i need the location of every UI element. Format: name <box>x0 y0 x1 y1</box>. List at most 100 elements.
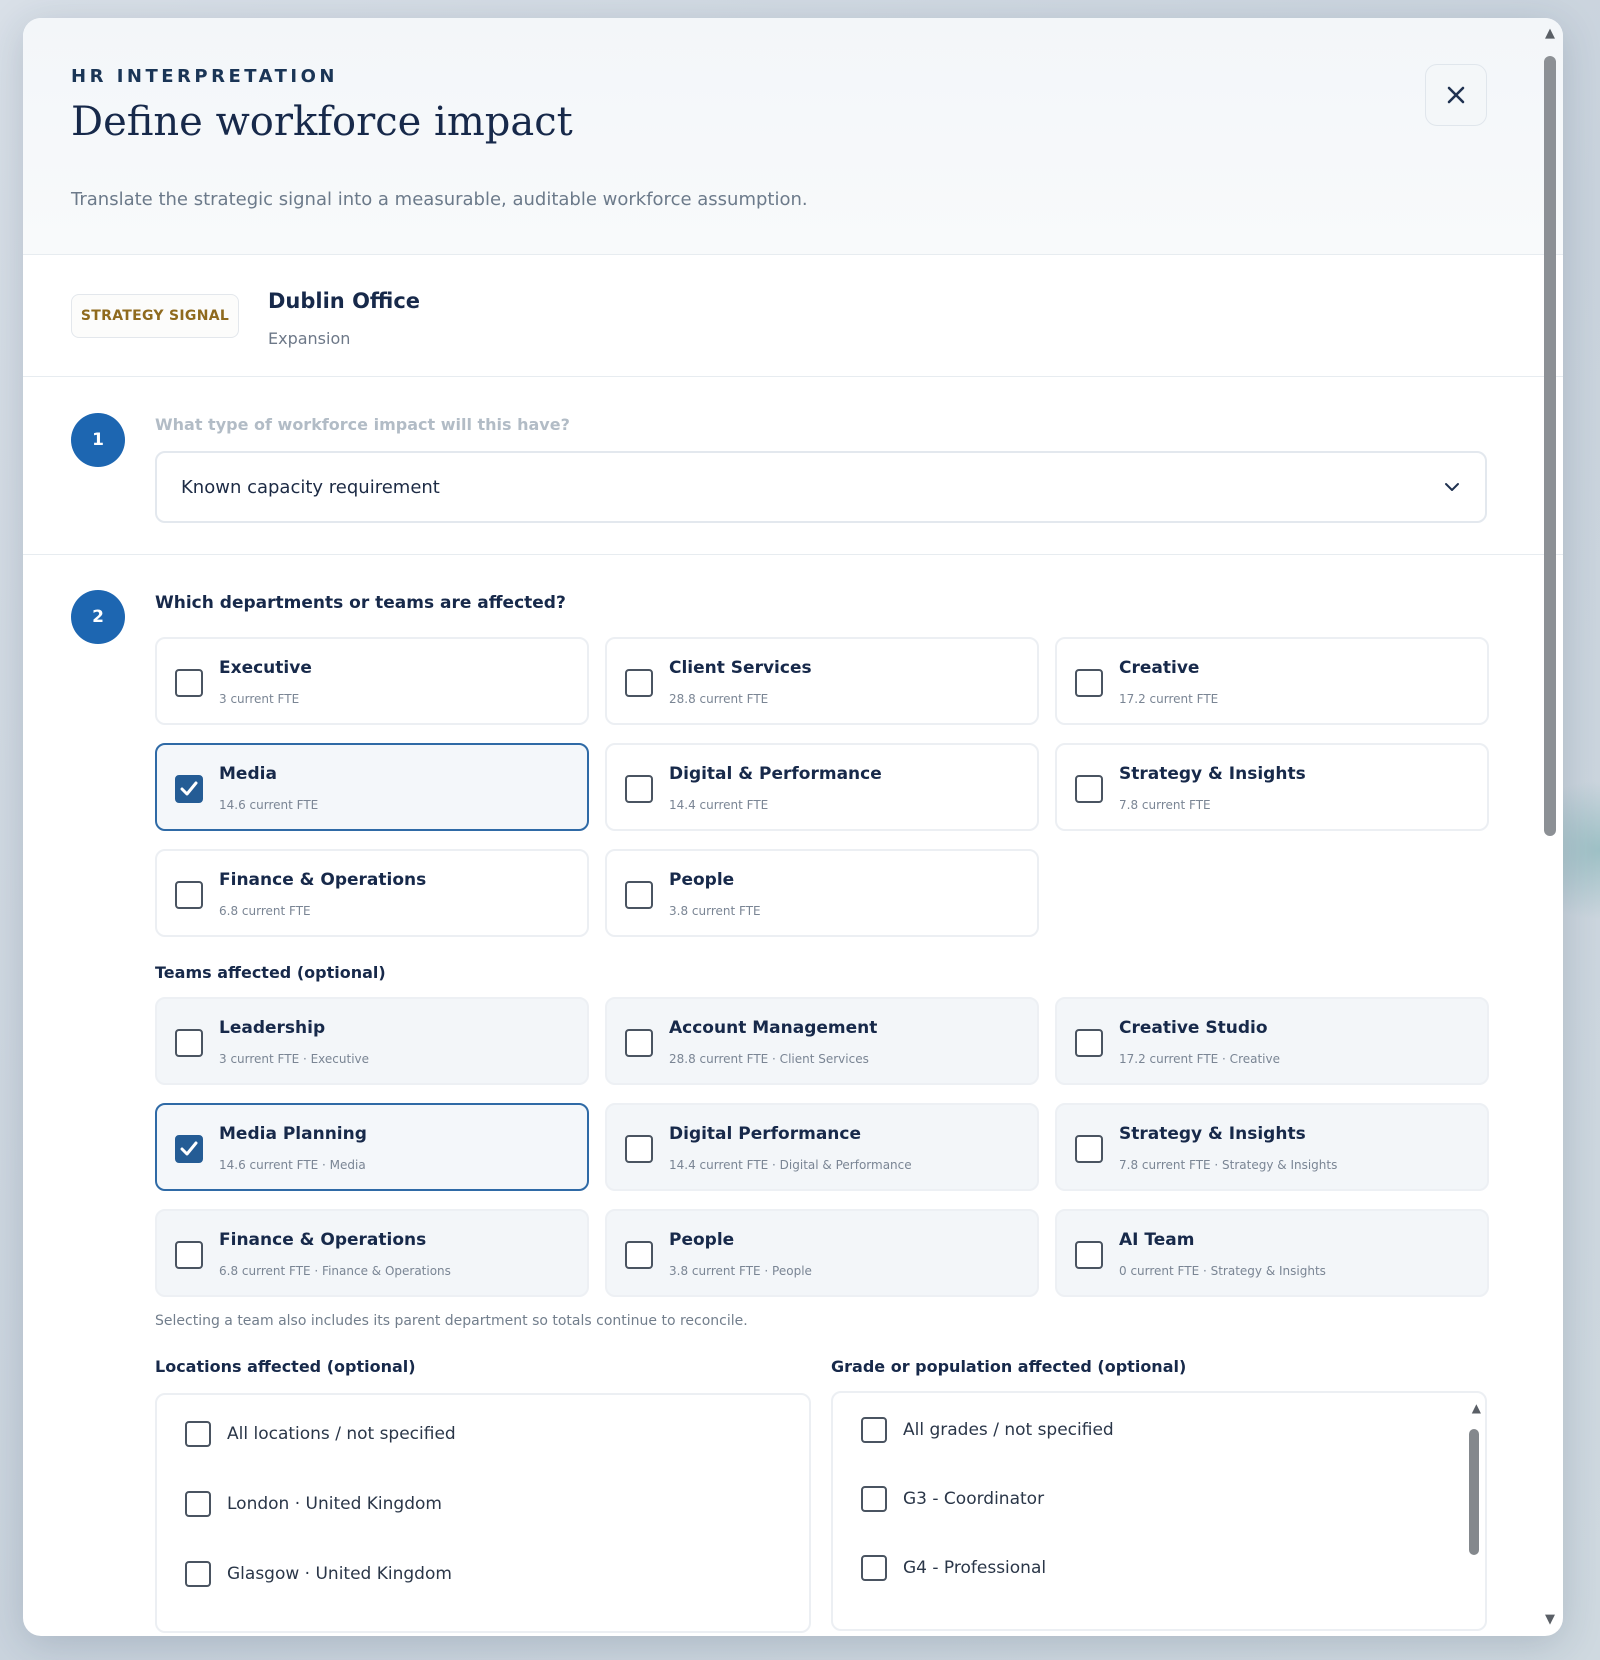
location-option-label: London · United Kingdom <box>227 1494 442 1514</box>
department-option-media[interactable]: Media 14.6 current FTE <box>155 743 589 831</box>
team-option-digital-performance[interactable]: Digital Performance 14.4 current FTE · Di… <box>605 1103 1039 1191</box>
checkbox[interactable] <box>1075 775 1103 803</box>
checkbox[interactable] <box>185 1421 211 1447</box>
checkbox[interactable] <box>175 1029 203 1057</box>
team-helper-text: Selecting a team also includes its paren… <box>155 1313 748 1329</box>
department-option-finance-and-operations[interactable]: Finance & Operations 6.8 current FTE <box>155 849 589 937</box>
department-title: Executive <box>219 658 312 678</box>
team-fte: 7.8 current FTE · Strategy & Insights <box>1119 1158 1338 1172</box>
department-fte: 17.2 current FTE <box>1119 692 1219 706</box>
workforce-impact-modal: HR INTERPRETATION Define workforce impac… <box>23 18 1563 1636</box>
checkbox[interactable] <box>1075 1135 1103 1163</box>
department-option-strategy-and-insights[interactable]: Strategy & Insights 7.8 current FTE <box>1055 743 1489 831</box>
department-fte: 14.6 current FTE <box>219 798 319 812</box>
team-title: Creative Studio <box>1119 1018 1268 1038</box>
step-1-badge: 1 <box>71 413 125 467</box>
step-1-section: 1 What type of workforce impact will thi… <box>23 377 1563 555</box>
modal-scrollbar[interactable]: ▲ ▼ <box>1543 24 1557 1630</box>
chevron-down-icon <box>1445 483 1459 491</box>
step-2-question: Which departments or teams are affected? <box>155 593 566 613</box>
team-fte: 28.8 current FTE · Client Services <box>669 1052 869 1066</box>
department-title: Creative <box>1119 658 1200 678</box>
signal-type: Expansion <box>268 329 351 348</box>
checkbox[interactable] <box>625 1029 653 1057</box>
team-option-strategy-and-insights[interactable]: Strategy & Insights 7.8 current FTE · Str… <box>1055 1103 1489 1191</box>
checkbox-checked[interactable] <box>175 775 203 803</box>
team-option-finance-and-operations[interactable]: Finance & Operations 6.8 current FTE · Fi… <box>155 1209 589 1297</box>
checkbox[interactable] <box>861 1555 887 1581</box>
grade-option[interactable]: All grades / not specified <box>861 1417 1114 1443</box>
locations-list[interactable]: All locations / not specified London · Un… <box>155 1393 811 1633</box>
department-option-digital-and-performance[interactable]: Digital & Performance 14.4 current FTE <box>605 743 1039 831</box>
location-option[interactable]: Glasgow · United Kingdom <box>185 1561 452 1587</box>
checkbox[interactable] <box>175 669 203 697</box>
scroll-down-icon[interactable]: ▼ <box>1543 1612 1557 1627</box>
checkbox[interactable] <box>625 669 653 697</box>
team-fte: 14.6 current FTE · Media <box>219 1158 366 1172</box>
checkbox[interactable] <box>625 775 653 803</box>
team-option-people[interactable]: People 3.8 current FTE · People <box>605 1209 1039 1297</box>
department-title: Digital & Performance <box>669 764 882 784</box>
step-1-question: What type of workforce impact will this … <box>155 415 570 434</box>
modal-header: HR INTERPRETATION Define workforce impac… <box>23 18 1563 255</box>
team-title: Finance & Operations <box>219 1230 427 1250</box>
departments-grid: Executive 3 current FTE Client Services 28.… <box>155 637 1489 937</box>
team-option-media-planning[interactable]: Media Planning 14.6 current FTE · Media <box>155 1103 589 1191</box>
checkbox-checked[interactable] <box>175 1135 203 1163</box>
grade-option[interactable]: G3 - Coordinator <box>861 1486 1044 1512</box>
scroll-up-icon[interactable]: ▲ <box>1543 26 1557 41</box>
team-title: People <box>669 1230 735 1250</box>
grades-scroll-up-icon[interactable]: ▲ <box>1472 1401 1481 1415</box>
checkbox[interactable] <box>625 881 653 909</box>
checkbox[interactable] <box>1075 669 1103 697</box>
checkbox[interactable] <box>175 1241 203 1269</box>
location-option[interactable]: London · United Kingdom <box>185 1491 442 1517</box>
team-option-account-management[interactable]: Account Management 28.8 current FTE · Cli… <box>605 997 1039 1085</box>
close-button[interactable] <box>1425 64 1487 126</box>
grade-option[interactable]: G4 - Professional <box>861 1555 1046 1581</box>
team-option-leadership[interactable]: Leadership 3 current FTE · Executive <box>155 997 589 1085</box>
grades-scrollbar-thumb[interactable] <box>1469 1429 1479 1555</box>
team-option-ai-team[interactable]: AI Team 0 current FTE · Strategy & Insigh… <box>1055 1209 1489 1297</box>
checkbox[interactable] <box>625 1241 653 1269</box>
department-option-people[interactable]: People 3.8 current FTE <box>605 849 1039 937</box>
checkbox[interactable] <box>175 881 203 909</box>
department-title: Finance & Operations <box>219 870 427 890</box>
checkbox[interactable] <box>625 1135 653 1163</box>
checkbox[interactable] <box>1075 1029 1103 1057</box>
teams-label: Teams affected (optional) <box>155 963 386 982</box>
team-fte: 3 current FTE · Executive <box>219 1052 370 1066</box>
team-title: Media Planning <box>219 1124 367 1144</box>
step-2-badge: 2 <box>71 590 125 644</box>
strategy-signal-row: STRATEGY SIGNAL Dublin Office Expansion <box>23 255 1563 377</box>
checkbox[interactable] <box>185 1491 211 1517</box>
team-title: Strategy & Insights <box>1119 1124 1306 1144</box>
department-fte: 3 current FTE <box>219 692 300 706</box>
modal-title: Define workforce impact <box>71 99 573 145</box>
teams-grid: Leadership 3 current FTE · Executive Accou… <box>155 997 1489 1297</box>
department-title: Strategy & Insights <box>1119 764 1306 784</box>
department-option-creative[interactable]: Creative 17.2 current FTE <box>1055 637 1489 725</box>
grades-label: Grade or population affected (optional) <box>831 1357 1187 1376</box>
team-title: Leadership <box>219 1018 326 1038</box>
department-fte: 6.8 current FTE <box>219 904 311 918</box>
checkbox[interactable] <box>861 1417 887 1443</box>
modal-subtitle: Translate the strategic signal into a me… <box>71 189 808 210</box>
department-option-client-services[interactable]: Client Services 28.8 current FTE <box>605 637 1039 725</box>
checkbox[interactable] <box>1075 1241 1103 1269</box>
impact-type-select[interactable]: Known capacity requirement <box>155 451 1487 523</box>
location-option[interactable]: All locations / not specified <box>185 1421 456 1447</box>
checkbox[interactable] <box>861 1486 887 1512</box>
modal-scrollbar-thumb[interactable] <box>1544 56 1556 836</box>
department-fte: 14.4 current FTE <box>669 798 769 812</box>
checkbox[interactable] <box>185 1561 211 1587</box>
department-title: Media <box>219 764 277 784</box>
team-option-creative-studio[interactable]: Creative Studio 17.2 current FTE · Creati… <box>1055 997 1489 1085</box>
signal-name: Dublin Office <box>268 289 421 313</box>
department-option-executive[interactable]: Executive 3 current FTE <box>155 637 589 725</box>
grades-list[interactable]: ▲ All grades / not specified G3 - Coordin… <box>831 1391 1487 1631</box>
department-title: People <box>669 870 735 890</box>
team-title: Account Management <box>669 1018 878 1038</box>
eyebrow-label: HR INTERPRETATION <box>71 66 338 87</box>
team-title: AI Team <box>1119 1230 1195 1250</box>
